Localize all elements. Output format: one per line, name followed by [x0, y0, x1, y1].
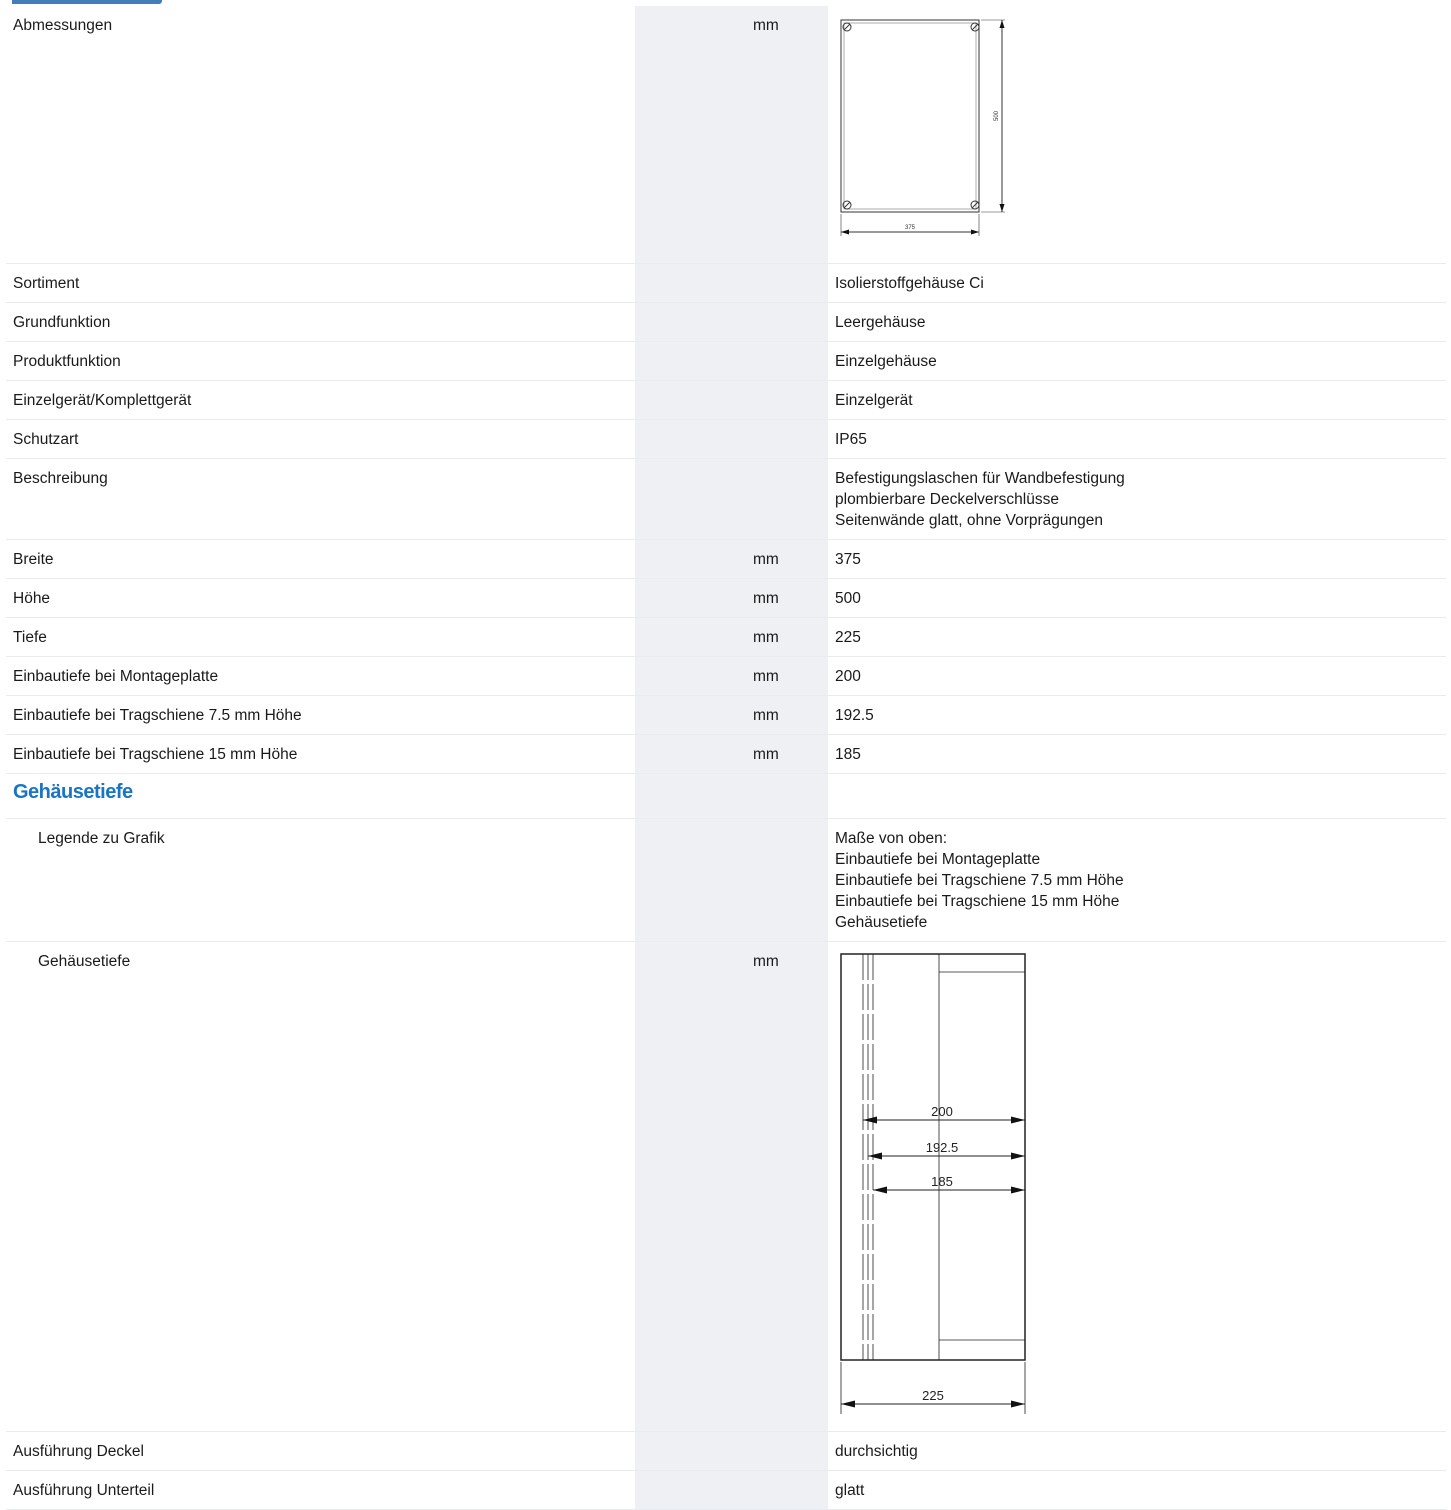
row-value: 375 [835, 551, 861, 568]
legend-row: Legende zu Grafik Maße von oben: Einbaut… [6, 818, 1446, 942]
section-heading-row: Gehäusetiefe [6, 773, 1446, 819]
row-value: 200 [835, 668, 861, 685]
row-label: Einbautiefe bei Tragschiene 7.5 mm Höhe [13, 707, 302, 724]
row-value: Einzelgehäuse [835, 353, 937, 370]
spec-row: Ausführung Deckel durchsichtig [6, 1431, 1446, 1471]
row-unit [753, 1471, 828, 1488]
depth-dimension-label: 200 [931, 1104, 953, 1119]
row-label: Ausführung Unterteil [13, 1482, 155, 1499]
row-label: Einzelgerät/Komplettgerät [13, 392, 192, 409]
depth-drawing-row: Gehäusetiefe mm 200 192.5 185 225 [6, 941, 1446, 1432]
description-line: plombierbare Deckelverschlüsse [835, 491, 1059, 508]
row-value: 500 [835, 590, 861, 607]
legend-line: Maße von oben: [835, 830, 948, 847]
spec-row: Einzelgerät/Komplettgerät Einzelgerät [6, 380, 1446, 420]
row-label: Produktfunktion [13, 353, 121, 370]
spec-row: Einbautiefe bei Tragschiene 15 mm Höhe m… [6, 734, 1446, 774]
row-label: Ausführung Deckel [13, 1443, 144, 1460]
enclosure-front-drawing: 375 500 [840, 19, 1005, 236]
row-value: IP65 [835, 431, 867, 448]
description-lines: Befestigungslaschen für Wandbefestigung … [835, 459, 1446, 539]
spec-row: Tiefe mm 225 [6, 617, 1446, 657]
row-label: Grundfunktion [13, 314, 111, 331]
row-label: Schutzart [13, 431, 79, 448]
row-unit: mm [753, 953, 779, 970]
row-unit: mm [753, 551, 779, 568]
row-unit [753, 420, 828, 437]
spec-row: Produktfunktion Einzelgehäuse [6, 341, 1446, 381]
row-label: Breite [13, 551, 54, 568]
row-label: Höhe [13, 590, 51, 607]
row-unit: mm [753, 17, 779, 34]
row-value: Einzelgerät [835, 392, 913, 409]
depth-label: Gehäusetiefe [38, 953, 131, 970]
row-label: Einbautiefe bei Montageplatte [13, 668, 219, 685]
row-unit [753, 342, 828, 359]
spec-row-abmessungen: Abmessungen mm 375 500 [6, 6, 1446, 264]
row-unit: mm [753, 629, 779, 646]
legend-line: Einbautiefe bei Montageplatte [835, 851, 1041, 868]
depth-dimension-label: 185 [931, 1174, 953, 1189]
spec-table: Abmessungen mm 375 500 Sortiment Isolier… [6, 6, 1446, 1510]
row-label: Einbautiefe bei Tragschiene 15 mm Höhe [13, 746, 298, 763]
row-label: Beschreibung [13, 470, 108, 487]
width-dimension-label: 375 [905, 225, 916, 231]
spec-sheet: Abmessungen mm 375 500 Sortiment Isolier… [0, 0, 1451, 1510]
row-value: 185 [835, 746, 861, 763]
row-value: glatt [835, 1482, 865, 1499]
spec-row: Einbautiefe bei Tragschiene 7.5 mm Höhe … [6, 695, 1446, 735]
legend-line: Einbautiefe bei Tragschiene 7.5 mm Höhe [835, 872, 1124, 889]
legend-label: Legende zu Grafik [38, 830, 165, 847]
row-unit [753, 264, 828, 281]
spec-row: Ausführung Unterteil glatt [6, 1470, 1446, 1510]
spec-row-beschreibung: Beschreibung Befestigungslaschen für Wan… [6, 458, 1446, 540]
height-dimension-label: 500 [994, 110, 1000, 121]
row-value: durchsichtig [835, 1443, 918, 1460]
row-value: Isolierstoffgehäuse Ci [835, 275, 984, 292]
row-label: Tiefe [13, 629, 47, 646]
spec-row: Grundfunktion Leergehäuse [6, 302, 1446, 342]
enclosure-depth-drawing: 200 192.5 185 225 [840, 953, 1026, 1414]
spec-row: Breite mm 375 [6, 539, 1446, 579]
description-line: Befestigungslaschen für Wandbefestigung [835, 470, 1125, 487]
row-label: Sortiment [13, 275, 80, 292]
section-heading: Gehäusetiefe [13, 781, 133, 803]
row-unit: mm [753, 707, 779, 724]
row-value: Leergehäuse [835, 314, 926, 331]
depth-dimension-label: 225 [922, 1388, 944, 1403]
row-unit [753, 1432, 828, 1449]
legend-line: Einbautiefe bei Tragschiene 15 mm Höhe [835, 893, 1120, 910]
depth-dimension-label: 192.5 [926, 1140, 959, 1155]
spec-row: Sortiment Isolierstoffgehäuse Ci [6, 263, 1446, 303]
row-unit: mm [753, 746, 779, 763]
row-unit [753, 381, 828, 398]
spec-row: Einbautiefe bei Montageplatte mm 200 [6, 656, 1446, 696]
legend-line: Gehäusetiefe [835, 914, 928, 931]
row-unit: mm [753, 590, 779, 607]
row-label: Abmessungen [13, 17, 113, 34]
row-value: 192.5 [835, 707, 874, 724]
row-unit [753, 459, 828, 476]
description-line: Seitenwände glatt, ohne Vorprägungen [835, 512, 1104, 529]
section-header-fragment [12, 0, 162, 4]
row-unit [753, 303, 828, 320]
row-unit: mm [753, 668, 779, 685]
row-value: 225 [835, 629, 861, 646]
legend-lines: Maße von oben: Einbautiefe bei Montagepl… [835, 819, 1446, 941]
spec-row: Höhe mm 500 [6, 578, 1446, 618]
spec-row: Schutzart IP65 [6, 419, 1446, 459]
